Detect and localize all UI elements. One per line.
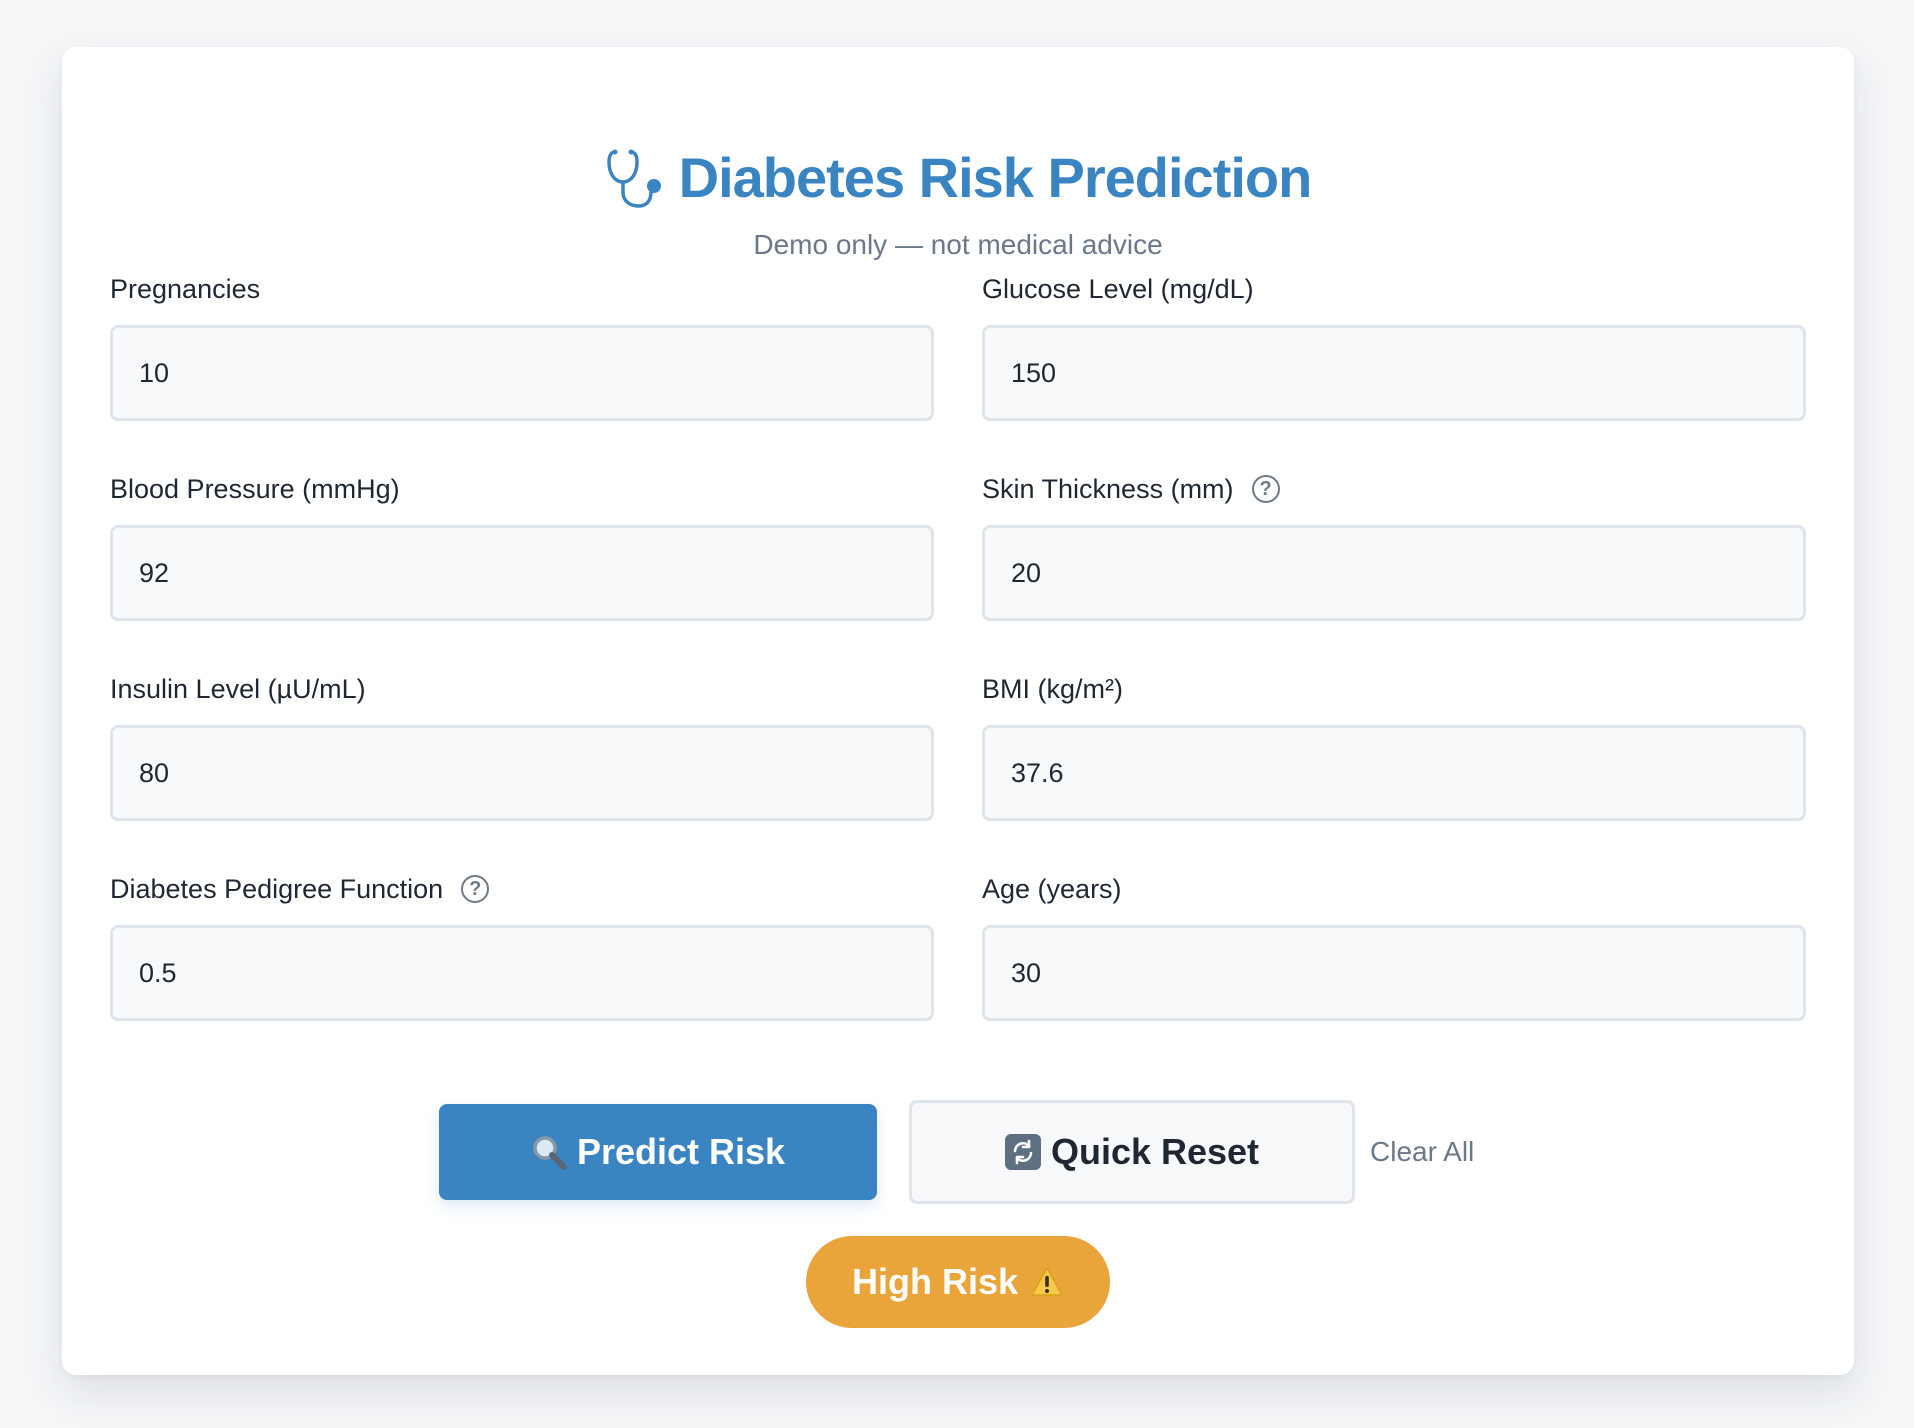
quick-reset-button[interactable]: Quick Reset <box>909 1100 1355 1204</box>
predict-risk-button[interactable]: Predict Risk <box>439 1104 877 1200</box>
field-label: Insulin Level (µU/mL) <box>110 674 366 704</box>
predict-risk-label: Predict Risk <box>576 1131 786 1172</box>
page-subtitle: Demo only — not medical advice <box>753 229 1163 260</box>
glucose-input[interactable] <box>982 325 1806 421</box>
prediction-card: Diabetes Risk Prediction Demo only — not… <box>62 47 1854 1375</box>
help-icon[interactable]: ? <box>461 875 490 903</box>
stethoscope-icon <box>606 149 661 208</box>
header: Diabetes Risk Prediction <box>62 143 1854 213</box>
field-label: Pregnancies <box>110 274 261 304</box>
blood-pressure-input[interactable] <box>110 525 934 621</box>
field-label: Glucose Level (mg/dL) <box>982 274 1254 304</box>
age-input[interactable] <box>982 925 1806 1021</box>
pregnancies-input[interactable] <box>110 325 934 421</box>
insulin-input[interactable] <box>110 725 934 821</box>
risk-result-badge: High Risk <box>806 1236 1110 1328</box>
quick-reset-label: Quick Reset <box>1050 1131 1260 1172</box>
bmi-input[interactable] <box>982 725 1806 821</box>
page-title: Diabetes Risk Prediction <box>678 146 1313 209</box>
magnifier-icon <box>533 1136 567 1170</box>
field-label: Diabetes Pedigree Function <box>110 874 444 904</box>
refresh-icon <box>1004 1134 1041 1170</box>
field-glucose: Glucose Level (mg/dL) <box>982 269 1806 421</box>
field-label: BMI (kg/m²) <box>982 674 1123 704</box>
help-icon[interactable]: ? <box>1251 475 1280 503</box>
field-blood-pressure: Blood Pressure (mmHg) <box>110 469 934 621</box>
field-age: Age (years) <box>982 869 1806 1021</box>
field-skin-thickness: Skin Thickness (mm) ? <box>982 469 1806 621</box>
field-pedigree: Diabetes Pedigree Function ? <box>110 869 934 1021</box>
clear-all-link[interactable]: Clear All <box>1370 1132 1474 1172</box>
skin-thickness-input[interactable] <box>982 525 1806 621</box>
field-label: Blood Pressure (mmHg) <box>110 474 400 504</box>
field-label: Skin Thickness (mm) <box>982 474 1234 504</box>
field-label: Age (years) <box>982 874 1122 904</box>
field-insulin: Insulin Level (µU/mL) <box>110 669 934 821</box>
risk-result-label: High Risk <box>851 1261 1019 1302</box>
field-bmi: BMI (kg/m²) <box>982 669 1806 821</box>
warning-icon <box>1031 1267 1063 1296</box>
field-pregnancies: Pregnancies <box>110 269 934 421</box>
pedigree-input[interactable] <box>110 925 934 1021</box>
